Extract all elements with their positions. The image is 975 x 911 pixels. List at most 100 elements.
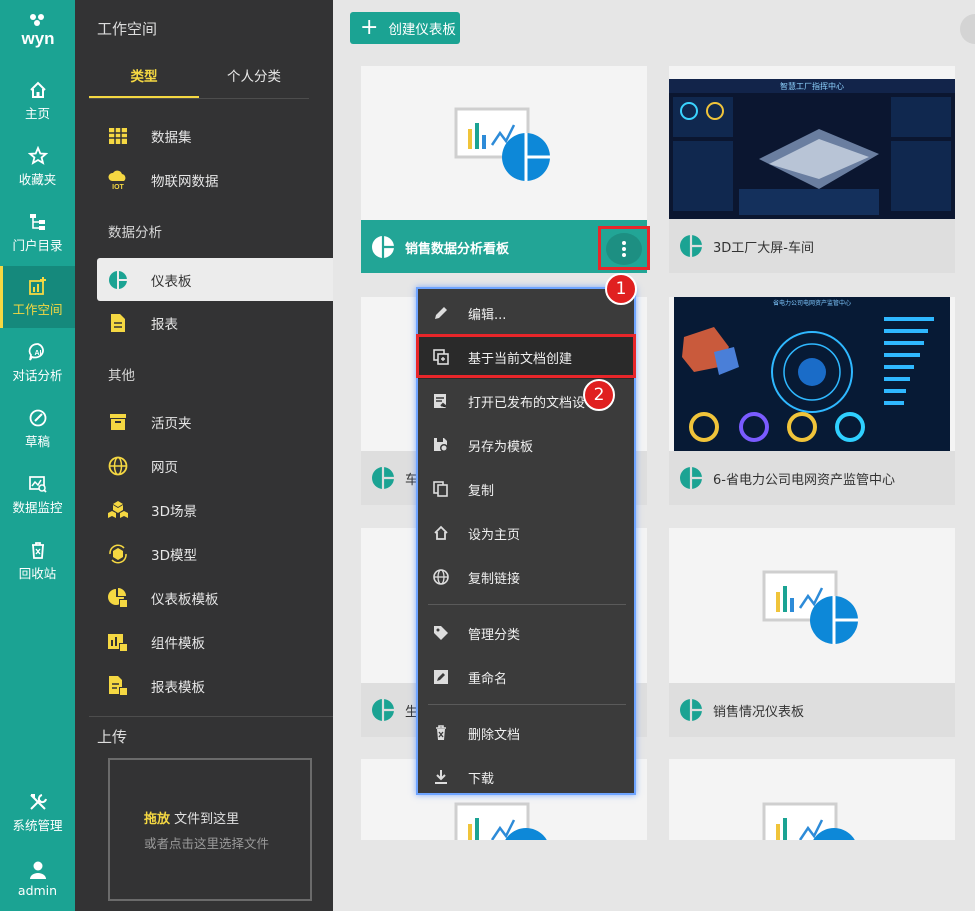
card-thumbnail: 省电力公司电网资产监管中心 <box>674 297 950 451</box>
upload-dropzone[interactable]: 拖放 文件到这里 或者点击这里选择文件 <box>108 758 312 901</box>
rail-monitor[interactable]: 数据监控 <box>0 464 75 526</box>
rail-workspace[interactable]: 工作空间 <box>0 266 75 328</box>
menu-item-edit[interactable]: 编辑... <box>418 291 634 335</box>
section-other: 其他 <box>108 368 135 384</box>
rotate-cube-icon <box>107 543 129 565</box>
rail-label: 主页 <box>24 106 50 121</box>
dashboard-card[interactable]: 智慧工厂指挥中心 3D工厂大屏-车间 <box>669 66 955 273</box>
menu-item-delete[interactable]: 删除文档 <box>418 711 634 755</box>
rail-user[interactable]: admin <box>0 848 75 910</box>
dash-title-text: 智慧工厂指挥中心 <box>780 81 844 91</box>
menu-item-copy-link[interactable]: 复制链接 <box>418 555 634 599</box>
menu-item-rename[interactable]: 重命名 <box>418 655 634 699</box>
menu-item-download[interactable]: 下载 <box>418 755 634 799</box>
delete-icon <box>432 724 450 742</box>
archive-box-icon <box>107 411 129 433</box>
tab-type[interactable]: 类型 <box>89 60 199 98</box>
left-rail: wyn 主页 收藏夹 门户目录 工作空间 AI 对话分析 草稿 数据监控 回收站… <box>0 0 75 911</box>
section-data-analysis: 数据分析 <box>108 225 162 241</box>
rail-ai-chat[interactable]: AI 对话分析 <box>0 332 75 394</box>
tag-icon <box>432 624 450 642</box>
card-thumbnail <box>361 66 647 220</box>
nav-dashboard[interactable]: 仪表板 <box>97 258 333 301</box>
card-title: 销售情况仪表板 <box>713 704 805 720</box>
dashboard-pie-icon <box>680 699 702 721</box>
dashboard-card[interactable]: 销售情况仪表板 <box>669 528 955 737</box>
rail-recycle[interactable]: 回收站 <box>0 530 75 592</box>
menu-divider <box>428 604 626 605</box>
save-template-icon <box>432 436 450 454</box>
nav-binder[interactable]: 活页夹 <box>97 402 333 442</box>
menu-item-copy[interactable]: 复制 <box>418 467 634 511</box>
nav-webpage[interactable]: 网页 <box>97 446 333 486</box>
create-dashboard-button[interactable]: + 创建仪表板 <box>350 12 460 44</box>
rail-drafts[interactable]: 草稿 <box>0 398 75 460</box>
svg-text:IOT: IOT <box>112 184 124 190</box>
bars-template-icon <box>107 631 129 653</box>
card-title: 6-省电力公司电网资产监管中心 <box>713 472 895 488</box>
tab-personal-category[interactable]: 个人分类 <box>199 60 309 98</box>
trash-icon <box>31 542 44 559</box>
svg-text:wyn: wyn <box>20 29 54 48</box>
highlight-box <box>416 334 636 378</box>
pie-template-icon <box>107 587 129 609</box>
tab-divider <box>89 98 309 99</box>
chart-placeholder-icon <box>762 570 858 644</box>
wyn-logo[interactable]: wyn <box>0 12 75 52</box>
draft-icon <box>29 409 46 427</box>
nav-iot[interactable]: IOT 物联网数据 <box>97 160 333 200</box>
card-footer: 3D工厂大屏-车间 <box>669 219 955 273</box>
rail-label: 工作空间 <box>12 302 63 317</box>
rail-portal[interactable]: 门户目录 <box>0 202 75 264</box>
chart-placeholder-icon <box>454 802 547 840</box>
dashboard-pie-icon <box>680 467 702 489</box>
menu-item-manage-category[interactable]: 管理分类 <box>418 611 634 655</box>
menu-item-set-home[interactable]: 设为主页 <box>418 511 634 555</box>
more-options-button[interactable] <box>606 233 642 265</box>
rail-label: 草稿 <box>24 434 50 449</box>
rail-label: 系统管理 <box>12 818 63 833</box>
card-thumbnail <box>669 759 955 840</box>
nav-3d-scene[interactable]: 3D场景 <box>97 490 333 530</box>
kebab-icon <box>622 241 626 257</box>
nav-dashboard-template[interactable]: 仪表板模板 <box>97 578 333 618</box>
download-icon <box>432 768 450 786</box>
card-title: 销售数据分析看板 <box>405 241 510 257</box>
svg-text:AI: AI <box>34 350 41 357</box>
nav-dataset[interactable]: 数据集 <box>97 116 333 156</box>
rail-label: 收藏夹 <box>18 172 57 187</box>
rail-label: admin <box>17 883 58 898</box>
menu-divider <box>428 704 626 705</box>
card-thumbnail <box>669 528 955 683</box>
nav-component-template[interactable]: 组件模板 <box>97 622 333 662</box>
avatar[interactable] <box>960 14 975 44</box>
factory-screenshot-image: 智慧工厂指挥中心 <box>669 79 955 219</box>
dashboard-pie-icon <box>107 269 129 291</box>
iot-cloud-icon: IOT <box>107 169 129 191</box>
rail-label: 回收站 <box>18 566 57 581</box>
dashboard-pie-icon <box>372 467 394 489</box>
star-icon <box>27 146 48 165</box>
dashboard-card[interactable] <box>669 759 955 840</box>
plus-icon: + <box>360 15 379 40</box>
menu-item-save-as-template[interactable]: 另存为模板 <box>418 423 634 467</box>
rail-home[interactable]: 主页 <box>0 70 75 132</box>
upload-divider <box>89 716 333 717</box>
nav-report-template[interactable]: 报表模板 <box>97 666 333 706</box>
dash-title-text: 省电力公司电网资产监管中心 <box>773 299 851 307</box>
step-badge-1: 1 <box>605 273 637 305</box>
rail-system[interactable]: 系统管理 <box>0 782 75 844</box>
nav-3d-model[interactable]: 3D模型 <box>97 534 333 574</box>
tools-icon <box>29 794 47 810</box>
report-template-icon <box>107 675 129 697</box>
nav-report[interactable]: 报表 <box>97 303 333 343</box>
globe-icon <box>107 455 129 477</box>
rail-label: 门户目录 <box>12 238 63 253</box>
workspace-icon <box>28 277 46 295</box>
dashboard-card[interactable]: 省电力公司电网资产监管中心 6-省电力公司电网资产监管中心 <box>669 297 955 505</box>
chart-placeholder-icon <box>762 802 855 840</box>
table-icon <box>107 125 129 147</box>
rename-icon <box>432 668 450 686</box>
rail-favorites[interactable]: 收藏夹 <box>0 136 75 198</box>
power-grid-screenshot-image: 省电力公司电网资产监管中心 <box>674 297 950 451</box>
